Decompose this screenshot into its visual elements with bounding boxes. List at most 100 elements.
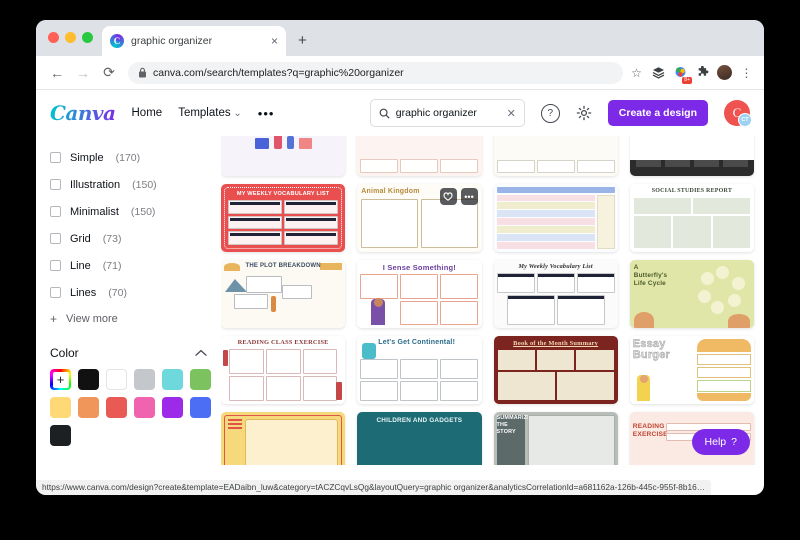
reload-button[interactable]: ⟳ xyxy=(96,60,122,86)
clear-search-button[interactable]: ✕ xyxy=(507,107,516,120)
checkbox[interactable] xyxy=(50,233,61,244)
filter-label: Minimalist xyxy=(70,205,119,218)
view-more-label: View more xyxy=(66,313,118,325)
template-card[interactable]: A Butterfly's Life Cycle xyxy=(629,260,754,328)
swatch-purple[interactable] xyxy=(162,397,183,418)
heart-icon[interactable] xyxy=(439,188,457,205)
template-card[interactable]: MY WEEKLY VOCABULARY LIST xyxy=(221,184,346,252)
address-bar[interactable]: canva.com/search/templates?q=graphic%20o… xyxy=(128,61,623,84)
help-icon[interactable]: ? xyxy=(540,103,560,123)
canva-header: Canva Home Templates ••• graphic organiz… xyxy=(36,90,764,136)
maximize-window-button[interactable] xyxy=(82,32,93,43)
swatch-charcoal[interactable] xyxy=(50,425,71,446)
filter-item-grid[interactable]: Grid (73) xyxy=(50,225,207,252)
search-icon xyxy=(379,108,390,119)
template-card[interactable]: Animal Kingdom ••• xyxy=(357,184,482,252)
tab-title: graphic organizer xyxy=(131,35,213,47)
puzzle-extensions-icon[interactable] xyxy=(695,65,710,80)
template-card[interactable] xyxy=(629,136,754,176)
ellipsis-icon[interactable]: ••• xyxy=(460,188,478,205)
profile-avatar-icon[interactable] xyxy=(717,65,732,80)
view-more-button[interactable]: + View more xyxy=(50,306,207,332)
search-box[interactable]: graphic organizer ✕ xyxy=(369,99,525,127)
template-title: Let's Get Continental! xyxy=(378,339,456,346)
nav-home[interactable]: Home xyxy=(132,107,163,119)
new-tab-button[interactable]: + xyxy=(298,33,307,48)
swatch-orange[interactable] xyxy=(78,397,99,418)
template-card[interactable]: My Weekly Vocabulary List xyxy=(493,260,618,328)
filters-sidebar: Simple (170) Illustration (150) Minimali… xyxy=(36,136,221,465)
template-card[interactable] xyxy=(493,136,618,176)
filter-item-lines[interactable]: Lines (70) xyxy=(50,279,207,306)
swatch-green[interactable] xyxy=(190,369,211,390)
template-card[interactable]: SOCIAL STUDIES REPORT xyxy=(629,184,754,252)
template-title: Book of the Month Summary xyxy=(513,340,599,347)
swatch-custom-color-picker[interactable] xyxy=(50,369,71,390)
checkbox[interactable] xyxy=(50,179,61,190)
page-content: Simple (170) Illustration (150) Minimali… xyxy=(36,136,764,465)
question-mark-icon: ? xyxy=(731,436,737,448)
window-controls[interactable] xyxy=(48,32,93,43)
help-button[interactable]: Help ? xyxy=(691,429,750,455)
avatar[interactable]: C CT xyxy=(724,100,752,127)
card-overlay-actions[interactable]: ••• xyxy=(439,188,478,205)
close-tab-button[interactable]: × xyxy=(271,35,278,47)
layers-icon[interactable] xyxy=(651,65,666,80)
swatch-pink[interactable] xyxy=(134,397,155,418)
minimize-window-button[interactable] xyxy=(65,32,76,43)
back-button[interactable]: ← xyxy=(44,60,70,86)
template-card[interactable] xyxy=(357,136,482,176)
filter-count: (170) xyxy=(115,151,141,164)
swatch-cyan[interactable] xyxy=(162,369,183,390)
filter-count: (150) xyxy=(130,205,156,218)
filter-count: (150) xyxy=(132,178,157,191)
template-card[interactable] xyxy=(221,412,346,465)
help-button-label: Help xyxy=(704,436,727,448)
template-card[interactable]: THE PLOT BREAKDOWN xyxy=(221,260,346,328)
chrome-menu-icon[interactable]: ⋮ xyxy=(739,65,754,80)
screen: C graphic organizer × + ← → ⟳ canva.com/… xyxy=(0,0,800,540)
template-card[interactable]: I Sense Something! xyxy=(357,260,482,328)
nav-more-button[interactable]: ••• xyxy=(258,106,275,121)
browser-tab[interactable]: C graphic organizer × xyxy=(102,26,286,56)
checkbox[interactable] xyxy=(50,260,61,271)
bookmark-star-icon[interactable]: ☆ xyxy=(629,65,644,80)
forward-button[interactable]: → xyxy=(70,60,96,86)
filter-item-illustration[interactable]: Illustration (150) xyxy=(50,171,207,198)
template-card[interactable] xyxy=(493,184,618,252)
template-card[interactable]: Let's Get Continental! xyxy=(357,336,482,404)
checkbox[interactable] xyxy=(50,152,61,163)
template-card[interactable]: Essay Burger xyxy=(629,336,754,404)
template-card[interactable] xyxy=(221,136,346,176)
plus-icon: + xyxy=(50,312,58,326)
checkbox[interactable] xyxy=(50,206,61,217)
swatch-yellow[interactable] xyxy=(50,397,71,418)
template-grid: MY WEEKLY VOCABULARY LIST Animal Kingdom… xyxy=(221,136,754,465)
filter-count: (70) xyxy=(108,286,127,299)
chevron-up-icon[interactable] xyxy=(195,349,207,357)
extension-color-icon[interactable]: 8+ xyxy=(673,65,692,84)
template-card[interactable]: Book of the Month Summary xyxy=(493,336,618,404)
nav-templates[interactable]: Templates xyxy=(178,107,242,119)
swatch-red[interactable] xyxy=(106,397,127,418)
canva-logo[interactable]: Canva xyxy=(50,101,116,125)
avatar-team-badge: CT xyxy=(738,113,752,127)
template-title: My Weekly Vocabulary List xyxy=(518,263,593,270)
template-card[interactable]: CHILDREN AND GADGETS xyxy=(357,412,482,465)
gear-icon[interactable] xyxy=(576,105,592,121)
color-section-header[interactable]: Color xyxy=(50,346,207,360)
checkbox[interactable] xyxy=(50,287,61,298)
filter-item-simple[interactable]: Simple (170) xyxy=(50,144,207,171)
close-window-button[interactable] xyxy=(48,32,59,43)
swatch-white[interactable] xyxy=(106,369,127,390)
template-title: READING EXERCISE xyxy=(632,423,668,439)
swatch-gray[interactable] xyxy=(134,369,155,390)
create-a-design-button[interactable]: Create a design xyxy=(607,100,708,126)
swatch-blue[interactable] xyxy=(190,397,211,418)
filter-item-minimalist[interactable]: Minimalist (150) xyxy=(50,198,207,225)
swatch-black[interactable] xyxy=(78,369,99,390)
template-card[interactable]: READING CLASS EXERCISE xyxy=(221,336,346,404)
search-input[interactable]: graphic organizer xyxy=(396,107,501,119)
filter-item-line[interactable]: Line (71) xyxy=(50,252,207,279)
template-card[interactable]: SUMMARIZING THE STORY xyxy=(493,412,618,465)
